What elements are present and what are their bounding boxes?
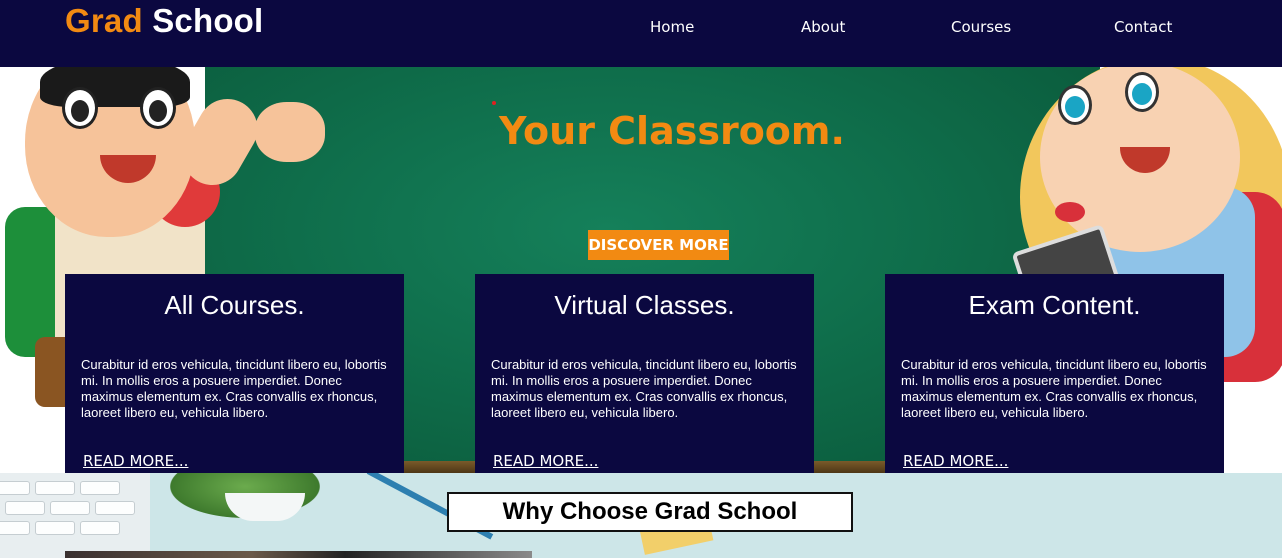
nav-home[interactable]: Home (650, 18, 694, 36)
keyboard-image (0, 473, 150, 558)
read-more-link[interactable]: READ MORE... (493, 452, 598, 470)
site-header: Grad School Home About Courses Contact (0, 0, 1282, 67)
card-title: Virtual Classes. (554, 290, 735, 320)
card-all-courses: All Courses. Curabitur id eros vehicula,… (65, 274, 404, 473)
hero-banner: Your Classroom. DISCOVER MORE All Course… (0, 67, 1282, 473)
hero-title: Your Classroom. (499, 109, 845, 153)
site-logo[interactable]: Grad School (65, 2, 263, 40)
card-text: Curabitur id eros vehicula, tincidunt li… (491, 357, 797, 420)
logo-rest-text: School (152, 2, 264, 39)
boy-left-eye-illustration (62, 87, 98, 129)
nav-contact[interactable]: Contact (1114, 18, 1172, 36)
logo-accent-text: Grad (65, 2, 143, 39)
card-text: Curabitur id eros vehicula, tincidunt li… (81, 357, 387, 420)
card-title: All Courses. (164, 290, 305, 320)
decorative-dot (492, 101, 496, 105)
why-choose-title: Why Choose Grad School (447, 492, 853, 532)
nav-about[interactable]: About (801, 18, 845, 36)
read-more-link[interactable]: READ MORE... (903, 452, 1008, 470)
discover-more-button[interactable]: DISCOVER MORE (588, 230, 729, 260)
boy-fist-illustration (255, 102, 325, 162)
photo-gallery-strip (65, 551, 532, 558)
nav-courses[interactable]: Courses (951, 18, 1011, 36)
girl-bow-illustration (1055, 202, 1085, 222)
girl-right-eye-illustration (1125, 72, 1159, 112)
card-exam-content: Exam Content. Curabitur id eros vehicula… (885, 274, 1224, 473)
card-text: Curabitur id eros vehicula, tincidunt li… (901, 357, 1207, 420)
card-virtual-classes: Virtual Classes. Curabitur id eros vehic… (475, 274, 814, 473)
read-more-link[interactable]: READ MORE... (83, 452, 188, 470)
girl-left-eye-illustration (1058, 85, 1092, 125)
why-choose-section: Why Choose Grad School (0, 473, 1282, 558)
boy-right-eye-illustration (140, 87, 176, 129)
card-title: Exam Content. (968, 290, 1141, 320)
